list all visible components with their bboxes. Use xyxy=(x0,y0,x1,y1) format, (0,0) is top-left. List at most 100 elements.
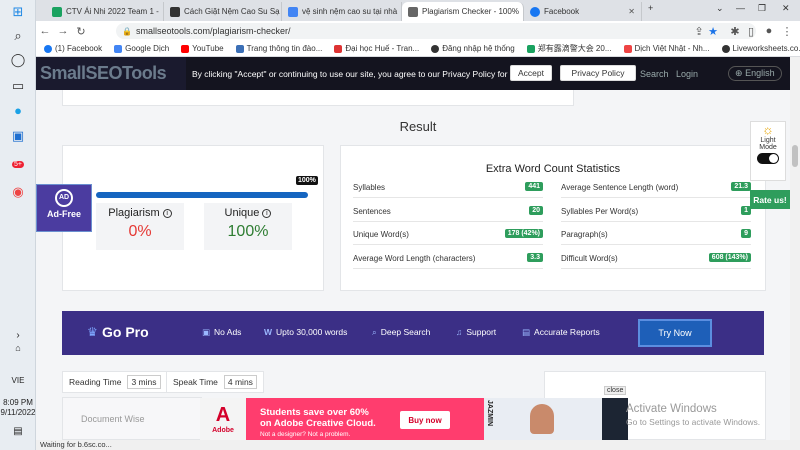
url-field[interactable]: 🔒 smallseotools.com/plagiarism-checker/ xyxy=(116,23,756,39)
profile-avatar[interactable]: ● xyxy=(760,25,778,37)
clock-time[interactable]: 8:09 PM xyxy=(0,398,36,407)
bookmark-chinese[interactable]: 郑有露滴警大会 20... xyxy=(526,43,612,54)
theme-toggle-switch[interactable] xyxy=(757,153,779,164)
forward-icon[interactable]: → xyxy=(54,25,72,37)
bookmark-label: Google Dịch xyxy=(125,44,170,53)
cookie-message: By clicking "Accept" or continuing to us… xyxy=(192,68,541,79)
tab-ve-sinh[interactable]: vệ sinh nệm cao su tại nhà ✕ xyxy=(282,2,402,21)
bookmark-facebook[interactable]: (1) Facebook xyxy=(44,44,102,53)
feature-label: Accurate Reports xyxy=(534,327,600,337)
tab-ctv[interactable]: CTV Ái Nhi 2022 Team 1 - ✕ xyxy=(46,2,164,21)
ad-free-icon: AD xyxy=(55,189,73,207)
windows-icon[interactable]: ⊞ xyxy=(8,2,28,22)
page-icon xyxy=(170,6,180,17)
bookmark-dang-nhap[interactable]: Đăng nhập hệ thống xyxy=(431,44,515,53)
search-icon[interactable]: ⌕ xyxy=(8,26,28,46)
ad-free-button[interactable]: AD Ad-Free xyxy=(36,184,92,232)
youtube-icon xyxy=(181,44,190,53)
close-icon[interactable]: ✕ xyxy=(628,7,635,16)
login-link[interactable]: Login xyxy=(676,69,698,79)
bookmark-label: (1) Facebook xyxy=(55,44,103,53)
bookmark-label: Trang thông tin đào... xyxy=(246,44,323,53)
bookmark-youtube[interactable]: YouTube xyxy=(181,44,224,53)
buy-now-button[interactable]: Buy now xyxy=(400,411,450,429)
chrome-icon[interactable]: ◉ xyxy=(8,182,28,202)
adobe-logo: A Adobe xyxy=(200,398,246,440)
network-icon[interactable]: ⌂ xyxy=(0,343,36,353)
new-tab-icon[interactable]: + xyxy=(648,3,653,13)
reload-icon[interactable]: ↻ xyxy=(72,25,90,38)
search-link[interactable]: Search xyxy=(640,69,669,79)
light-mode-label: Light Mode xyxy=(759,137,777,151)
stat-value: 608 (143%) xyxy=(708,253,751,262)
bookmark-trang-thong-tin[interactable]: Trang thông tin đào... xyxy=(235,44,323,53)
unique-metric: Unique i 100% xyxy=(204,203,292,250)
bookmark-google-dich[interactable]: Google Dịch xyxy=(114,44,169,53)
info-icon[interactable]: i xyxy=(262,209,272,218)
stat-row-paragraphs: Paragraph(s) 9 xyxy=(561,225,751,245)
stat-name: Average Sentence Length (word) xyxy=(561,183,679,192)
file-explorer-icon[interactable]: ▣ xyxy=(8,126,28,146)
tab-giat-nem[interactable]: Cách Giặt Nệm Cao Su Sạ ✕ xyxy=(164,2,282,21)
ad-headline-line-1: Students save over 60% xyxy=(260,407,369,418)
tray-chevron-icon[interactable]: › xyxy=(0,330,36,341)
bookmark-label: Đại học Huế - Tran... xyxy=(345,44,420,53)
cookie-banner: By clicking "Accept" or continuing to us… xyxy=(186,57,800,90)
uniqueness-progress-bar xyxy=(96,192,308,198)
info-icon[interactable]: i xyxy=(162,209,172,218)
ad-subtext: Not a designer? Not a problem. xyxy=(260,431,351,438)
bookmark-dich-viet-nhat[interactable]: Dịch Việt Nhật - Nh... xyxy=(623,44,710,53)
tab-facebook[interactable]: Facebook ✕ xyxy=(524,2,642,21)
reading-time-value: 3 mins xyxy=(127,375,161,389)
input-card-bottom-edge xyxy=(62,90,574,106)
task-view-icon[interactable]: ◯ xyxy=(8,50,28,70)
sst-icon xyxy=(408,6,418,17)
bookmark-liveworksheets[interactable]: Liveworksheets.co... xyxy=(721,44,800,53)
widgets-icon[interactable]: ▭ xyxy=(8,76,28,96)
tab-plagiarism-checker[interactable]: Plagiarism Checker - 100% ✕ xyxy=(402,2,524,21)
chat-icon[interactable]: 5+ xyxy=(8,154,28,174)
edge-icon[interactable]: ● xyxy=(8,100,28,120)
minimize-icon[interactable]: — xyxy=(736,3,745,13)
stat-value: 21.3 xyxy=(731,182,751,191)
sidebar-icon[interactable]: ▯ xyxy=(742,25,760,38)
maximize-icon[interactable]: ❐ xyxy=(758,3,766,14)
notification-icon[interactable]: ▤ xyxy=(0,426,36,437)
bookmark-star-icon[interactable]: ★ xyxy=(704,25,722,38)
clock-date[interactable]: 9/11/2022 xyxy=(0,408,36,417)
try-now-button[interactable]: Try Now xyxy=(638,319,712,347)
language-selector[interactable]: ⊕ English xyxy=(728,66,782,81)
activate-title: Activate Windows xyxy=(626,403,717,415)
privacy-policy-button[interactable]: Privacy Policy xyxy=(560,65,636,81)
scrollbar-thumb[interactable] xyxy=(792,145,798,167)
rate-us-button[interactable]: Rate us! xyxy=(750,190,790,209)
stat-name: Sentences xyxy=(353,207,391,216)
page-scrollbar[interactable] xyxy=(790,57,800,440)
bookmark-dai-hoc-hue[interactable]: Đại học Huế - Tran... xyxy=(334,44,419,53)
page-icon xyxy=(526,44,535,53)
tab-title: Plagiarism Checker - 100% xyxy=(422,7,519,16)
close-ad-button[interactable]: close xyxy=(604,386,627,395)
back-icon[interactable]: ← xyxy=(36,25,54,37)
tab-search-icon[interactable]: ⌄ xyxy=(716,3,724,14)
feature-word-limit: W Upto 30,000 words xyxy=(264,327,347,337)
crown-icon: ♛ xyxy=(87,325,98,339)
bookmark-label: YouTube xyxy=(192,44,224,53)
light-mode-toggle[interactable]: ☼ Light Mode xyxy=(750,121,786,181)
adobe-a-icon: A xyxy=(215,404,231,426)
globe-icon: ⊕ xyxy=(735,68,743,78)
accept-button[interactable]: Accept xyxy=(510,65,552,81)
language-label: English xyxy=(745,68,775,78)
adobe-ad-banner[interactable]: A Adobe Students save over 60% on Adobe … xyxy=(200,398,628,440)
language-indicator[interactable]: VIE xyxy=(0,376,36,385)
ad-dark-panel xyxy=(602,398,628,440)
logo-text: SmallSEOTools xyxy=(40,63,167,83)
score-percent-badge: 100% xyxy=(296,176,318,185)
close-window-icon[interactable]: ✕ xyxy=(782,3,790,14)
site-logo[interactable]: SmallSEOTools xyxy=(40,63,167,84)
feature-label: Upto 30,000 words xyxy=(276,327,348,337)
feature-accurate-reports: ▤ Accurate Reports xyxy=(522,327,600,338)
person-photo xyxy=(530,404,554,434)
menu-icon[interactable]: ⋮ xyxy=(778,25,796,38)
feature-no-ads: ▣ No Ads xyxy=(202,327,241,338)
